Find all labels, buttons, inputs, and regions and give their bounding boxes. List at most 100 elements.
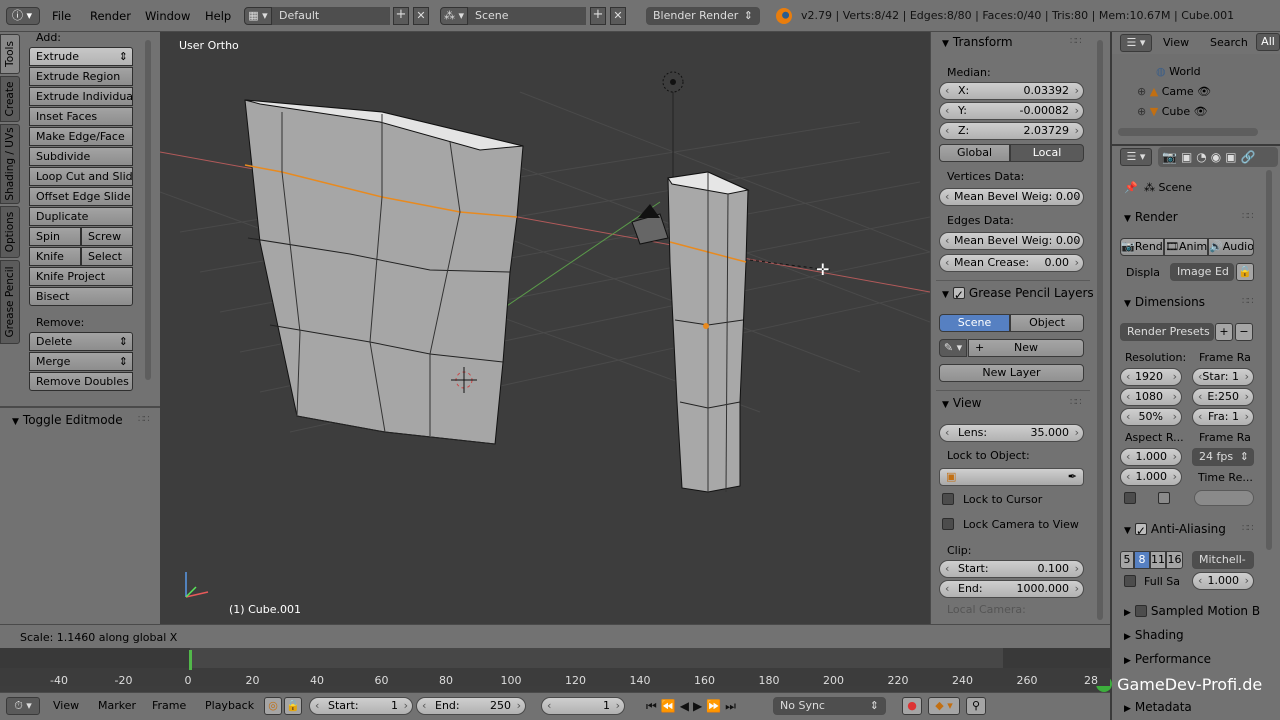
outliner-item-camera[interactable]: ⊕ ▲ Came 👁 [1137, 85, 1211, 98]
screw-button[interactable]: Screw [81, 227, 133, 246]
toggle-editmode-header[interactable]: ▼ Toggle Editmode [12, 413, 123, 427]
timeline-marker-menu[interactable]: Marker [98, 699, 136, 712]
screen-layout-icon[interactable]: ▦ ▾ [244, 7, 272, 25]
remove-scene-icon[interactable]: ✕ [610, 7, 626, 25]
extrude-individual-button[interactable]: Extrude Individual [29, 87, 133, 106]
outliner-scrollbar[interactable] [1118, 128, 1258, 136]
menu-render[interactable]: Render [90, 0, 131, 32]
performance-panel-header[interactable]: ▶ Performance [1124, 652, 1211, 666]
render-presets-select[interactable]: Render Presets [1120, 323, 1214, 341]
timeline-editor-type[interactable]: ⏱ ▾ [6, 697, 40, 715]
vertex-mean-bevel-weight-field[interactable]: Mean Bevel Weig: 0.00 [939, 188, 1084, 206]
median-y-field[interactable]: Y:-0.00082 [939, 102, 1084, 120]
end-frame-field[interactable]: End:250 [416, 697, 526, 715]
menu-file[interactable]: File [52, 0, 71, 32]
grease-new-button[interactable]: + New [968, 339, 1084, 357]
start-frame-field[interactable]: Start:1 [309, 697, 413, 715]
outliner-view-menu[interactable]: View [1163, 36, 1189, 49]
render-still-button[interactable]: 📷Rend [1120, 238, 1164, 256]
dimensions-panel-header[interactable]: ▼ Dimensions [1124, 295, 1205, 309]
grease-pencil-enable-checkbox[interactable]: ✓ [952, 287, 965, 302]
render-panel-header[interactable]: ▼ Render [1124, 210, 1178, 224]
new-layer-button[interactable]: New Layer [939, 364, 1084, 382]
panel-grip-icon[interactable]: ∷∷ [138, 414, 150, 425]
edge-mean-bevel-weight-field[interactable]: Mean Bevel Weig: 0.00 [939, 232, 1084, 250]
aa-filter-select[interactable]: Mitchell- [1192, 551, 1254, 569]
frame-rate-select[interactable]: 24 fps ⇕ [1192, 448, 1254, 466]
lock-to-cursor-checkbox[interactable] [942, 493, 954, 505]
view-panel-header[interactable]: ▼ View [942, 396, 981, 410]
keying-set-icon[interactable]: ◆ ▾ [928, 697, 960, 715]
global-toggle[interactable]: Global [939, 144, 1010, 162]
visibility-eye-icon[interactable]: 👁 [1197, 85, 1211, 98]
aa-samples-5[interactable]: 5 [1120, 551, 1134, 569]
camera-object[interactable] [631, 213, 669, 245]
screen-layout-field[interactable]: Default [272, 7, 390, 25]
make-edge-face-button[interactable]: Make Edge/Face [29, 127, 133, 146]
eyedropper-icon[interactable]: ✒ [1068, 469, 1077, 485]
timeline[interactable]: -40 -20 0 20 40 60 80 100 120 140 160 180 200 220 240 2… [0, 648, 1110, 687]
properties-editor-type[interactable]: ☰ ▾ [1120, 148, 1152, 166]
preview-range-icon[interactable]: ◎ [264, 697, 282, 715]
display-lock-icon[interactable]: 🔒 [1236, 263, 1254, 281]
border-checkbox[interactable] [1124, 492, 1136, 504]
local-toggle[interactable]: Local [1010, 144, 1084, 162]
grease-pencil-icon-button[interactable]: ✎ ▾ [939, 339, 967, 357]
lock-object-field[interactable]: ▣ ✒ [939, 468, 1084, 486]
aa-samples-16[interactable]: 16 [1166, 551, 1183, 569]
add-scene-icon[interactable]: + [590, 7, 606, 25]
sampled-motion-blur-header[interactable]: ▶ Sampled Motion Bl [1124, 604, 1260, 618]
frame-end-field[interactable]: E:250 [1192, 388, 1254, 406]
outliner-item-cube[interactable]: ⊕ ▼ Cube 👁 [1137, 105, 1208, 118]
time-remap-fields[interactable] [1194, 490, 1254, 506]
display-select[interactable]: Image Ed [1170, 263, 1234, 281]
extrude-button[interactable]: Extrude ⇕ [29, 47, 133, 66]
aa-samples-8[interactable]: 8 [1134, 551, 1150, 569]
bisect-button[interactable]: Bisect [29, 287, 133, 306]
timeline-frame-menu[interactable]: Frame [152, 699, 186, 712]
info-editor-type-button[interactable]: ⓘ ▾ [6, 7, 40, 25]
knife-project-button[interactable]: Knife Project [29, 267, 133, 286]
full-sample-checkbox[interactable] [1124, 575, 1136, 587]
grease-object-toggle[interactable]: Object [1010, 314, 1084, 332]
aa-filter-size-field[interactable]: 1.000 [1192, 572, 1254, 590]
tool-shelf-scrollbar[interactable] [145, 40, 151, 380]
tab-shading-uvs[interactable]: Shading / UVs [0, 124, 20, 204]
clip-end-field[interactable]: End:1000.000 [939, 580, 1084, 598]
timeline-view-menu[interactable]: View [53, 699, 79, 712]
outliner-item-world[interactable]: ◍ World [1156, 65, 1201, 78]
mean-crease-field[interactable]: Mean Crease:0.00 [939, 254, 1084, 272]
knife-button[interactable]: Knife [29, 247, 81, 266]
render-engine-select[interactable]: Blender Render ⇕ [646, 7, 760, 25]
metadata-panel-header[interactable]: ▶ Metadata [1124, 700, 1192, 714]
properties-context-tabs[interactable]: 📷▣◔◉▣🔗 [1158, 147, 1278, 167]
extrude-region-button[interactable]: Extrude Region [29, 67, 133, 86]
scene-icon[interactable]: ⁂ ▾ [440, 7, 468, 25]
anti-aliasing-panel-header[interactable]: ▼ ✓ Anti-Aliasing [1124, 522, 1226, 538]
offset-edge-slide-button[interactable]: Offset Edge Slide [29, 187, 133, 206]
panel-grip-icon[interactable]: ∷∷ [1070, 397, 1082, 408]
n-panel-scrollbar[interactable] [1097, 40, 1103, 620]
aspect-x-field[interactable]: 1.000 [1120, 448, 1182, 466]
grease-scene-toggle[interactable]: Scene [939, 314, 1010, 332]
playback-controls[interactable]: ⏮⏪◀▶⏩⏭ [646, 697, 766, 715]
menu-window[interactable]: Window [145, 0, 190, 32]
3d-viewport[interactable]: ✛ User Ortho (1) Cube.001 [160, 32, 930, 624]
timeline-playback-menu[interactable]: Playback [205, 699, 254, 712]
current-frame-marker[interactable] [189, 650, 192, 670]
mesh-large-cube[interactable] [244, 99, 524, 445]
shading-panel-header[interactable]: ▶ Shading [1124, 628, 1184, 642]
add-preset-icon[interactable]: + [1215, 323, 1233, 341]
subdivide-button[interactable]: Subdivide [29, 147, 133, 166]
add-layout-icon[interactable]: + [393, 7, 409, 25]
panel-grip-icon[interactable]: ∷∷ [1070, 36, 1082, 47]
resolution-percent-field[interactable]: 50% [1120, 408, 1182, 426]
duplicate-button[interactable]: Duplicate [29, 207, 133, 226]
spin-button[interactable]: Spin [29, 227, 81, 246]
outliner-editor-type[interactable]: ☰ ▾ [1120, 34, 1152, 52]
render-audio-button[interactable]: 🔊Audio [1208, 238, 1254, 256]
remove-doubles-button[interactable]: Remove Doubles [29, 372, 133, 391]
transform-panel-header[interactable]: ▼ Transform [942, 35, 1013, 49]
outliner-display-all[interactable]: All [1256, 33, 1280, 51]
remove-layout-icon[interactable]: ✕ [413, 7, 429, 25]
